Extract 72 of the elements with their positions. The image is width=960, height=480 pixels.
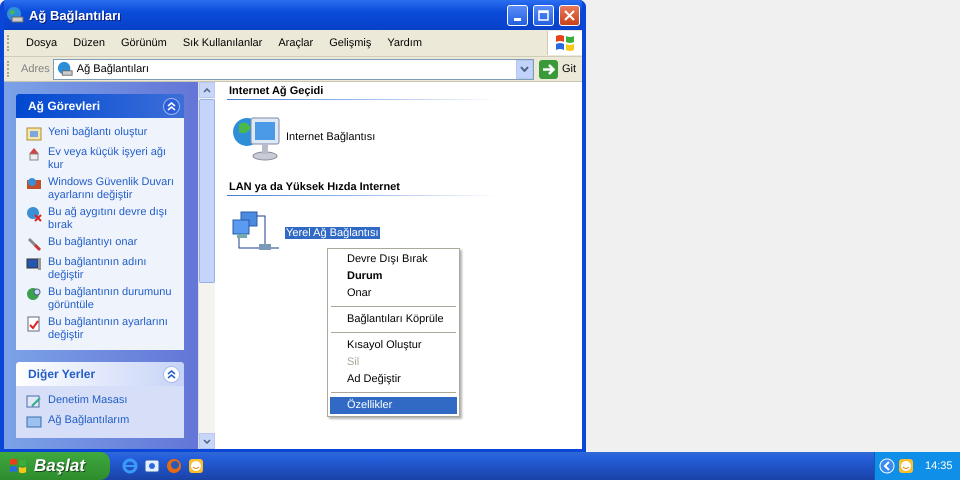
task-icon (26, 146, 42, 162)
double-chevron-icon (167, 102, 176, 110)
menu-item[interactable]: Görünüm (112, 35, 175, 51)
task-link[interactable]: Bu bağlantıyı onar (48, 236, 138, 249)
chevron-up-icon (203, 88, 211, 92)
panel-header[interactable]: Diğer Yerler (16, 362, 184, 386)
browser-e-icon[interactable] (122, 458, 138, 474)
collapse-button[interactable] (163, 98, 180, 114)
task-link[interactable]: Ev veya küçük işyeri ağı kur (48, 146, 178, 172)
context-menu-item[interactable]: Ad Değiştir (330, 371, 457, 388)
task-icon (26, 206, 42, 222)
menu-item[interactable]: Sık Kullanılanlar (174, 35, 270, 51)
maximize-icon (538, 10, 549, 20)
task-link[interactable]: Yeni bağlantı oluştur (48, 126, 148, 139)
task-link[interactable]: Bu bağlantının durumunu görüntüle (48, 286, 178, 312)
menu-item[interactable]: Düzen (65, 35, 113, 51)
task-link[interactable]: Denetim Masası (48, 394, 128, 407)
smiley-icon[interactable] (188, 458, 204, 474)
windows-flag-icon (8, 457, 28, 475)
maximize-button[interactable] (533, 4, 554, 26)
network-globe-icon (6, 6, 24, 24)
menu-item[interactable]: Gelişmiş (321, 35, 380, 51)
context-menu-item[interactable]: Onar (330, 285, 457, 302)
connection-label[interactable]: Internet Bağlantısı (285, 131, 376, 143)
window-title: Ağ Bağlantıları (29, 8, 122, 22)
panel-header[interactable]: Ağ Görevleri (16, 94, 184, 118)
task-link[interactable]: Bu bağlantının ayarlarını değiştir (48, 316, 178, 342)
task-icon (26, 176, 42, 192)
network-globe-icon (56, 61, 73, 77)
double-chevron-icon (167, 370, 176, 378)
task-icon (26, 316, 42, 332)
chevron-left-icon[interactable] (879, 458, 895, 474)
menu-item[interactable]: Araçlar (270, 35, 322, 51)
minimize-button[interactable] (507, 4, 528, 26)
task-icon (26, 126, 42, 142)
task-link[interactable]: Bu ağ aygıtını devre dışı bırak (48, 206, 178, 232)
task-icon (26, 414, 42, 430)
address-field[interactable]: Ağ Bağlantıları (52, 58, 534, 80)
connection-label[interactable]: Yerel Ağ Bağlantısı (285, 227, 380, 239)
close-icon (564, 10, 575, 20)
start-button[interactable]: Başlat (0, 452, 110, 480)
context-menu-item[interactable]: Özellikler (330, 397, 457, 414)
group-heading: LAN ya da Yüksek Hızda Internet (227, 178, 569, 196)
address-label: Adres (21, 63, 50, 75)
collapse-button[interactable] (163, 366, 180, 382)
task-icon (26, 256, 42, 272)
arrow-right-icon (538, 60, 558, 78)
chevron-down-icon (203, 438, 211, 444)
task-icon (26, 286, 42, 302)
task-link[interactable]: Windows Güvenlik Duvarı ayarlarını değiştir (48, 176, 178, 202)
close-button[interactable] (559, 4, 580, 26)
go-button[interactable]: Git (536, 60, 582, 78)
context-menu-item[interactable]: Devre Dışı Bırak (330, 251, 457, 268)
task-link[interactable]: Ağ Bağlantılarım (48, 414, 130, 427)
scrollbar[interactable] (198, 82, 215, 449)
context-menu-item[interactable]: Kısayol Oluştur (330, 337, 457, 354)
menu-item[interactable]: Dosya (18, 35, 66, 51)
group-heading: Internet Ağ Geçidi (227, 82, 569, 100)
task-icon (26, 394, 42, 410)
dropdown-button[interactable] (516, 60, 533, 78)
task-icon (26, 236, 42, 252)
chevron-down-icon (520, 66, 529, 72)
task-link[interactable]: Bu bağlantının adını değiştir (48, 256, 178, 282)
smiley-icon[interactable] (898, 458, 914, 474)
scroll-up-button[interactable] (199, 82, 215, 98)
context-menu-item[interactable]: Bağlantıları Köprüle (330, 311, 457, 328)
scroll-down-button[interactable] (199, 433, 215, 449)
menu-item[interactable]: Yardım (379, 35, 430, 51)
context-menu-item[interactable]: Durum (330, 268, 457, 285)
scroll-thumb[interactable] (199, 99, 215, 283)
clock: 14:35 (925, 460, 953, 472)
minimize-icon (514, 18, 521, 20)
